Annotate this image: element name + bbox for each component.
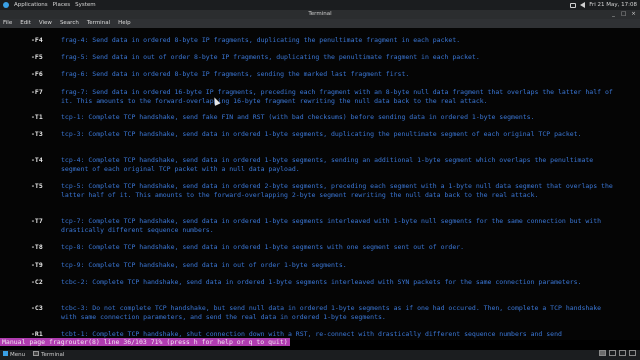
option-flag: -T4 (31, 156, 43, 164)
menu-help[interactable]: Help (118, 19, 131, 28)
menu-terminal[interactable]: Terminal (87, 19, 110, 28)
option-flag: -T9 (31, 261, 43, 269)
option-description: tcbc-3: Do not complete TCP handshake, b… (61, 304, 602, 321)
option-flag: -F6 (31, 70, 43, 78)
menu-view[interactable]: View (39, 19, 52, 28)
clock[interactable]: Fri 21 May, 17:08 (589, 0, 637, 10)
option-description: tcp-1: Complete TCP handshake, send fake… (61, 113, 535, 121)
option-description: tcp-3: Complete TCP handshake, send data… (61, 130, 582, 138)
option-flag: -T8 (31, 243, 43, 251)
menu-file[interactable]: File (3, 19, 12, 28)
option-description: tcp-7: Complete TCP handshake, send data… (61, 217, 602, 234)
taskbar-menu-label: Menu (10, 352, 26, 358)
option-flag: -T7 (31, 217, 43, 225)
terminal-icon (33, 351, 40, 356)
option-flag: -F4 (31, 36, 43, 44)
workspace-4[interactable] (629, 350, 636, 356)
places-menu[interactable]: Places (53, 0, 71, 10)
option-description: tcbc-2: Complete TCP handshake, send dat… (61, 278, 582, 286)
taskbar-window-label: Terminal (41, 352, 65, 358)
top-panel: Applications Places System Fri 21 May, 1… (0, 0, 640, 10)
volume-icon[interactable] (580, 2, 586, 8)
option-description: frag-6: Send data in ordered 8-byte IP f… (61, 70, 410, 78)
terminal-menubar: File Edit View Search Terminal Help (0, 19, 640, 28)
option-description: frag-5: Send data in out of order 8-byte… (61, 53, 480, 61)
option-description: tcp-4: Complete TCP handshake, send data… (61, 156, 594, 173)
workspace-2[interactable] (609, 350, 616, 356)
option-flag: -C2 (31, 278, 43, 286)
pager-status-line: Manual page fragrouter(8) line 36/103 71… (0, 338, 290, 346)
option-description: tcp-5: Complete TCP handshake, send data… (61, 182, 613, 199)
option-description: tcp-9: Complete TCP handshake, send data… (61, 261, 347, 269)
option-description: frag-4: Send data in ordered 8-byte IP f… (61, 36, 461, 44)
option-flag: -T3 (31, 130, 43, 138)
terminal-output[interactable]: -F4 frag-4: Send data in ordered 8-byte … (0, 28, 640, 340)
option-flag: -C3 (31, 304, 43, 312)
taskbar-terminal-window[interactable]: Terminal (33, 350, 64, 360)
option-flag: -F5 (31, 53, 43, 61)
menu-edit[interactable]: Edit (20, 19, 31, 28)
kali-logo-icon[interactable] (3, 2, 9, 8)
option-flag: -T5 (31, 182, 43, 190)
workspace-1[interactable] (599, 350, 606, 356)
taskbar-menu-button[interactable]: Menu (3, 350, 25, 360)
network-icon[interactable] (570, 2, 577, 8)
window-title: Terminal (308, 11, 332, 17)
maximize-button[interactable]: □ (621, 10, 626, 19)
option-description: frag-7: Send data in ordered 16-byte IP … (61, 88, 613, 105)
system-menu[interactable]: System (75, 0, 96, 10)
bottom-taskbar: Menu Terminal (0, 350, 640, 360)
window-titlebar[interactable]: Terminal _ □ × (0, 10, 640, 19)
applications-menu[interactable]: Applications (14, 0, 48, 10)
option-description: tcp-8: Complete TCP handshake, send data… (61, 243, 465, 251)
menu-icon (3, 351, 8, 356)
option-flag: -F7 (31, 88, 43, 96)
workspace-3[interactable] (619, 350, 626, 356)
option-flag: -T1 (31, 113, 43, 121)
menu-search[interactable]: Search (60, 19, 79, 28)
minimize-button[interactable]: _ (611, 10, 616, 19)
close-button[interactable]: × (631, 10, 636, 19)
